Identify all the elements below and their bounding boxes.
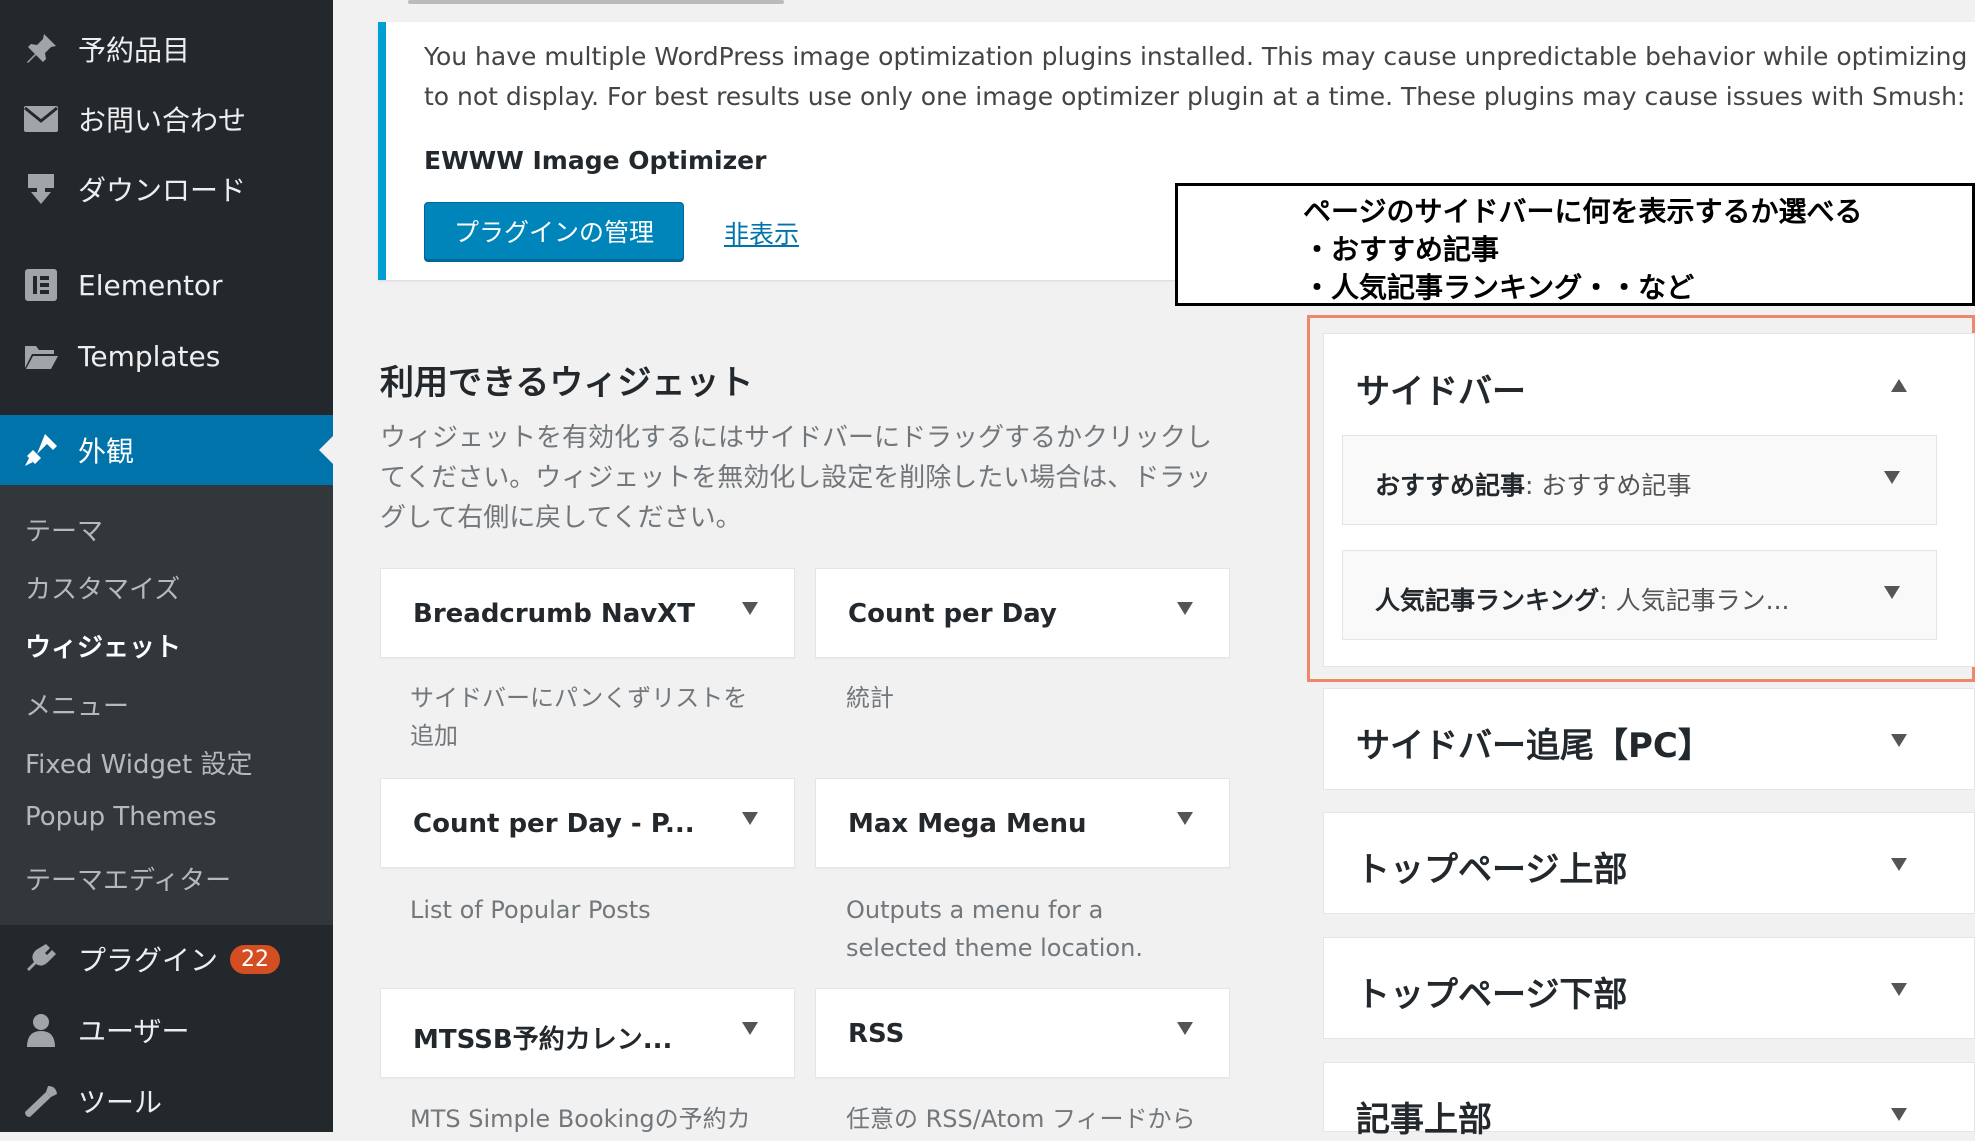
widget-description: Outputs a menu for a selected theme loca…: [846, 896, 1143, 962]
menu-item-tools[interactable]: ツール: [0, 1070, 333, 1132]
menu-item-label: 外観: [78, 435, 135, 468]
hide-notice-link[interactable]: 非表示: [724, 215, 799, 251]
widget-area-title: サイドバー追尾【PC】: [1356, 726, 1712, 766]
manage-plugins-button[interactable]: プラグインの管理: [424, 202, 684, 260]
plug-icon: [20, 941, 62, 977]
collapse-arrow-icon[interactable]: [1891, 379, 1907, 392]
update-count-badge: 22: [230, 944, 281, 974]
expand-arrow-icon[interactable]: [1177, 1022, 1193, 1035]
submenu-theme-editor[interactable]: テーマエディター: [25, 860, 231, 897]
widget-type: 人気記事ランキング: [1375, 586, 1600, 615]
widget-subtitle: : 人気記事ラン...: [1599, 586, 1790, 615]
widget-title: Max Mega Menu: [848, 809, 1087, 839]
user-icon: [20, 1012, 62, 1048]
widget-description: サイドバーにパンくずリストを追加: [410, 684, 748, 750]
menu-item-yoyaku[interactable]: 予約品目: [0, 18, 333, 80]
expand-arrow-icon[interactable]: [742, 1022, 758, 1035]
top-scroll-indicator: [408, 0, 784, 4]
expand-arrow-icon[interactable]: [1177, 812, 1193, 825]
submenu-popup-themes[interactable]: Popup Themes: [25, 802, 217, 832]
brush-icon: [20, 432, 62, 468]
widget-title: おすすめ記事: おすすめ記事: [1375, 466, 1691, 502]
menu-item-label: Elementor: [78, 268, 223, 302]
widget-description: MTS Simple Bookingの予約カ: [410, 1105, 751, 1133]
submenu-customize[interactable]: カスタマイズ: [25, 569, 180, 606]
widget-title: 人気記事ランキング: 人気記事ラン...: [1375, 581, 1789, 617]
expand-arrow-icon[interactable]: [742, 602, 758, 615]
annotation-line-2: ・おすすめ記事: [1303, 233, 1500, 266]
widget-rss[interactable]: RSS: [815, 988, 1230, 1078]
expand-arrow-icon[interactable]: [1891, 1108, 1907, 1121]
widget-title: Count per Day - P...: [413, 809, 695, 839]
widget-max-mega-menu[interactable]: Max Mega Menu: [815, 778, 1230, 868]
expand-arrow-icon[interactable]: [1177, 602, 1193, 615]
widget-count-per-day[interactable]: Count per Day: [815, 568, 1230, 658]
wrench-icon: [20, 1083, 62, 1119]
widget-area-title: トップページ上部: [1356, 850, 1628, 890]
conflicting-plugin-name: EWWW Image Optimizer: [424, 146, 767, 175]
expand-arrow-icon[interactable]: [1891, 983, 1907, 996]
widget-area-title: 記事上部: [1356, 1100, 1492, 1140]
widget-description: 任意の RSS/Atom フィードから: [846, 1105, 1196, 1133]
widget-area-title: トップページ下部: [1356, 975, 1628, 1015]
menu-item-users[interactable]: ユーザー: [0, 999, 333, 1061]
annotation-line-3: ・人気記事ランキング・・など: [1303, 271, 1695, 304]
sidebar-widget-recommended[interactable]: おすすめ記事: おすすめ記事: [1342, 435, 1937, 525]
folder-icon: [20, 338, 62, 374]
menu-item-label: お問い合わせ: [78, 104, 247, 137]
expand-arrow-icon[interactable]: [1891, 734, 1907, 747]
widget-area-title: サイドバー: [1356, 372, 1526, 412]
widget-title: Count per Day: [848, 599, 1057, 629]
menu-item-label: ツール: [78, 1086, 163, 1119]
widget-mtssb-calendar[interactable]: MTSSB予約カレン...: [380, 988, 795, 1078]
widget-breadcrumb-navxt[interactable]: Breadcrumb NavXT: [380, 568, 795, 658]
expand-arrow-icon[interactable]: [1891, 858, 1907, 871]
submenu-menus[interactable]: メニュー: [25, 686, 129, 723]
menu-item-download[interactable]: ダウンロード: [0, 158, 333, 220]
widget-area-top-page-upper[interactable]: トップページ上部: [1323, 812, 1975, 914]
admin-sidebar: 予約品目 お問い合わせ ダウンロード Elementor Templates 外…: [0, 0, 333, 1132]
pin-icon: [20, 31, 62, 67]
widget-description: List of Popular Posts: [410, 896, 651, 924]
widget-description: 統計: [846, 684, 894, 712]
widget-subtitle: : おすすめ記事: [1525, 471, 1692, 500]
submenu-theme[interactable]: テーマ: [25, 511, 103, 548]
menu-item-label: Templates: [78, 339, 221, 373]
widget-area-sidebar[interactable]: サイドバー おすすめ記事: おすすめ記事 人気記事ランキング: 人気記事ラン..…: [1323, 333, 1975, 667]
submenu-fixed-widget[interactable]: Fixed Widget 設定: [25, 744, 252, 781]
available-widgets-heading: 利用できるウィジェット: [380, 363, 754, 403]
mail-icon: [20, 101, 62, 137]
widget-title: Breadcrumb NavXT: [413, 599, 695, 629]
widget-title: MTSSB予約カレン...: [413, 1025, 673, 1055]
widget-count-per-day-popular[interactable]: Count per Day - P...: [380, 778, 795, 868]
sidebar-widget-ranking[interactable]: 人気記事ランキング: 人気記事ラン...: [1342, 550, 1937, 640]
menu-item-label: プラグイン: [78, 944, 219, 977]
widget-area-article-top[interactable]: 記事上部: [1323, 1062, 1975, 1140]
elementor-icon: [20, 267, 62, 303]
annotation-line-1: ページのサイドバーに何を表示するか選べる: [1303, 195, 1863, 228]
available-widgets-description: ウィジェットを有効化するにはサイドバーにドラッグするかクリックしてください。ウィ…: [380, 423, 1213, 533]
widget-area-top-page-lower[interactable]: トップページ下部: [1323, 937, 1975, 1039]
expand-arrow-icon[interactable]: [742, 812, 758, 825]
expand-arrow-icon[interactable]: [1884, 586, 1900, 599]
menu-item-appearance[interactable]: 外観: [0, 415, 333, 485]
widget-type: おすすめ記事: [1375, 471, 1526, 500]
menu-item-contact[interactable]: お問い合わせ: [0, 88, 333, 150]
menu-item-templates[interactable]: Templates: [0, 325, 333, 387]
menu-item-label: 予約品目: [78, 34, 191, 67]
notice-message-line-1: You have multiple WordPress image optimi…: [424, 42, 1975, 71]
menu-item-label: ユーザー: [78, 1015, 190, 1048]
annotation-box: ページのサイドバーに何を表示するか選べる ・おすすめ記事 ・人気記事ランキング・…: [1175, 183, 1975, 306]
notice-message-line-2: to not display. For best results use onl…: [424, 82, 1966, 111]
submenu-widgets[interactable]: ウィジェット: [25, 627, 181, 664]
menu-item-label: ダウンロード: [78, 174, 247, 207]
appearance-submenu: テーマ カスタマイズ ウィジェット メニュー Fixed Widget 設定 P…: [0, 485, 333, 925]
widget-title: RSS: [848, 1019, 905, 1049]
download-icon: [20, 171, 62, 207]
expand-arrow-icon[interactable]: [1884, 471, 1900, 484]
menu-item-plugins[interactable]: プラグイン 22: [0, 928, 333, 990]
menu-item-elementor[interactable]: Elementor: [0, 254, 333, 316]
widget-area-sidebar-follow[interactable]: サイドバー追尾【PC】: [1323, 688, 1975, 790]
